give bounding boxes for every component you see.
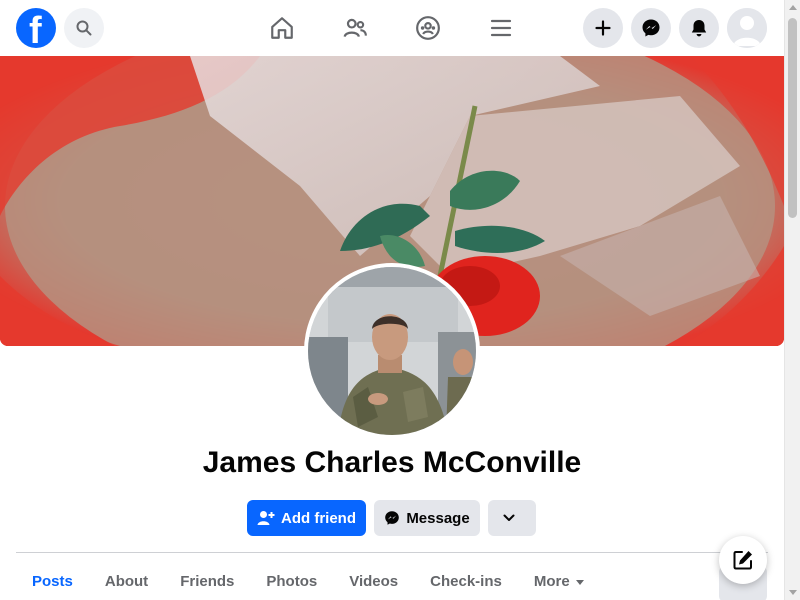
more-actions-button[interactable]: [488, 500, 536, 536]
message-label: Message: [406, 509, 470, 527]
profile-picture[interactable]: [304, 263, 480, 439]
message-button[interactable]: Message: [374, 500, 480, 536]
avatar-icon: [727, 8, 767, 48]
profile-tabs: Posts About Friends Photos Videos Check-…: [16, 560, 600, 600]
create-button[interactable]: [583, 8, 623, 48]
facebook-logo[interactable]: f: [16, 8, 56, 52]
tab-more[interactable]: More: [518, 560, 600, 600]
tab-photos[interactable]: Photos: [250, 560, 333, 600]
home-nav-button[interactable]: [266, 12, 298, 44]
friends-nav-button[interactable]: [339, 12, 371, 44]
notifications-button[interactable]: [679, 8, 719, 48]
menu-icon: [490, 19, 512, 37]
scroll-thumb[interactable]: [788, 18, 797, 218]
messenger-button[interactable]: [631, 8, 671, 48]
plus-icon: [595, 20, 611, 36]
tab-friends[interactable]: Friends: [164, 560, 250, 600]
tab-videos[interactable]: Videos: [333, 560, 414, 600]
friends-icon: [343, 18, 367, 38]
search-icon: [76, 20, 92, 36]
add-friend-button[interactable]: Add friend: [247, 500, 366, 536]
tab-about[interactable]: About: [89, 560, 164, 600]
tab-check-ins[interactable]: Check-ins: [414, 560, 518, 600]
tab-more-label: More: [533, 573, 570, 590]
top-navigation-bar: f: [0, 0, 784, 56]
compose-icon: [733, 551, 752, 570]
account-avatar[interactable]: [727, 8, 767, 48]
add-friend-icon: [257, 511, 275, 525]
groups-nav-button[interactable]: [412, 12, 444, 44]
facebook-logo-glyph: f: [29, 10, 42, 52]
home-icon: [271, 17, 293, 39]
profile-name: James Charles McConville: [202, 446, 582, 479]
scrollbar[interactable]: [784, 0, 800, 600]
menu-nav-button[interactable]: [485, 12, 517, 44]
search-button[interactable]: [64, 8, 104, 48]
groups-icon: [416, 16, 440, 40]
bell-icon: [691, 20, 707, 37]
messenger-icon: [642, 19, 660, 37]
scroll-down-arrow[interactable]: [789, 590, 797, 595]
tab-posts[interactable]: Posts: [16, 560, 89, 600]
add-friend-label: Add friend: [281, 509, 356, 527]
messenger-icon: [385, 511, 400, 525]
caret-down-icon: [575, 579, 584, 585]
scroll-up-arrow[interactable]: [789, 5, 797, 10]
profile-picture-art: [308, 267, 476, 435]
tabs-divider: [16, 552, 768, 553]
chevron-down-icon: [503, 514, 515, 521]
new-message-button[interactable]: [719, 536, 767, 584]
